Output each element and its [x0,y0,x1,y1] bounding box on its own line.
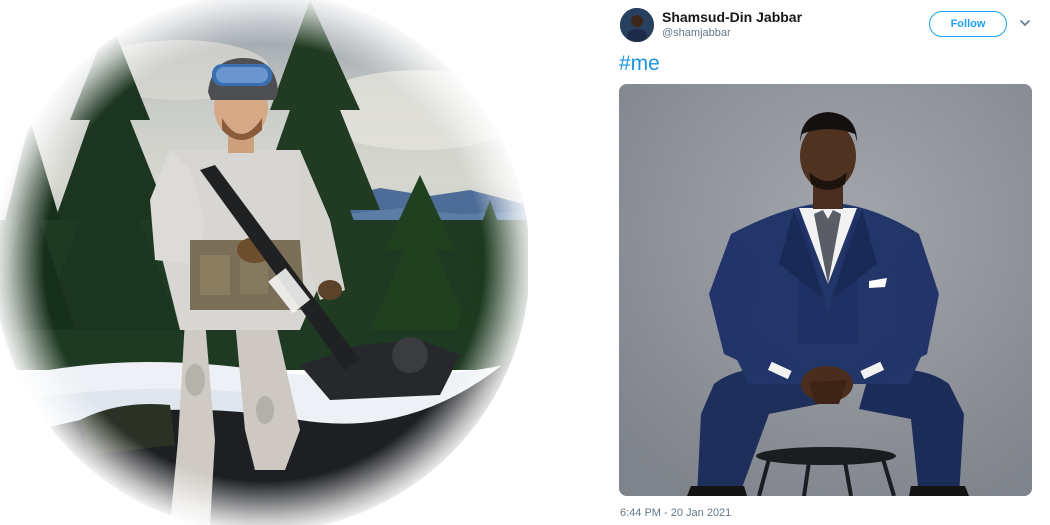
author-display-name[interactable]: Shamsud-Din Jabbar [662,9,802,25]
chevron-down-icon[interactable] [1018,16,1032,30]
follow-button[interactable]: Follow [929,11,1007,37]
author-handle[interactable]: @shamjabbar [662,27,731,39]
soldier-photo-image [0,0,528,525]
avatar-image [620,8,654,42]
tweet-timestamp[interactable]: 6:44 PM - 20 Jan 2021 [620,507,731,519]
user-avatar[interactable] [620,8,654,42]
tweet-text[interactable]: #me [619,52,660,76]
man-in-suit-photo [619,84,1032,496]
tweet-card: Shamsud-Din Jabbar @shamjabbar Follow #m… [560,0,1050,525]
left-photo-soldier [0,0,528,525]
tweet-media-photo[interactable] [619,84,1032,496]
